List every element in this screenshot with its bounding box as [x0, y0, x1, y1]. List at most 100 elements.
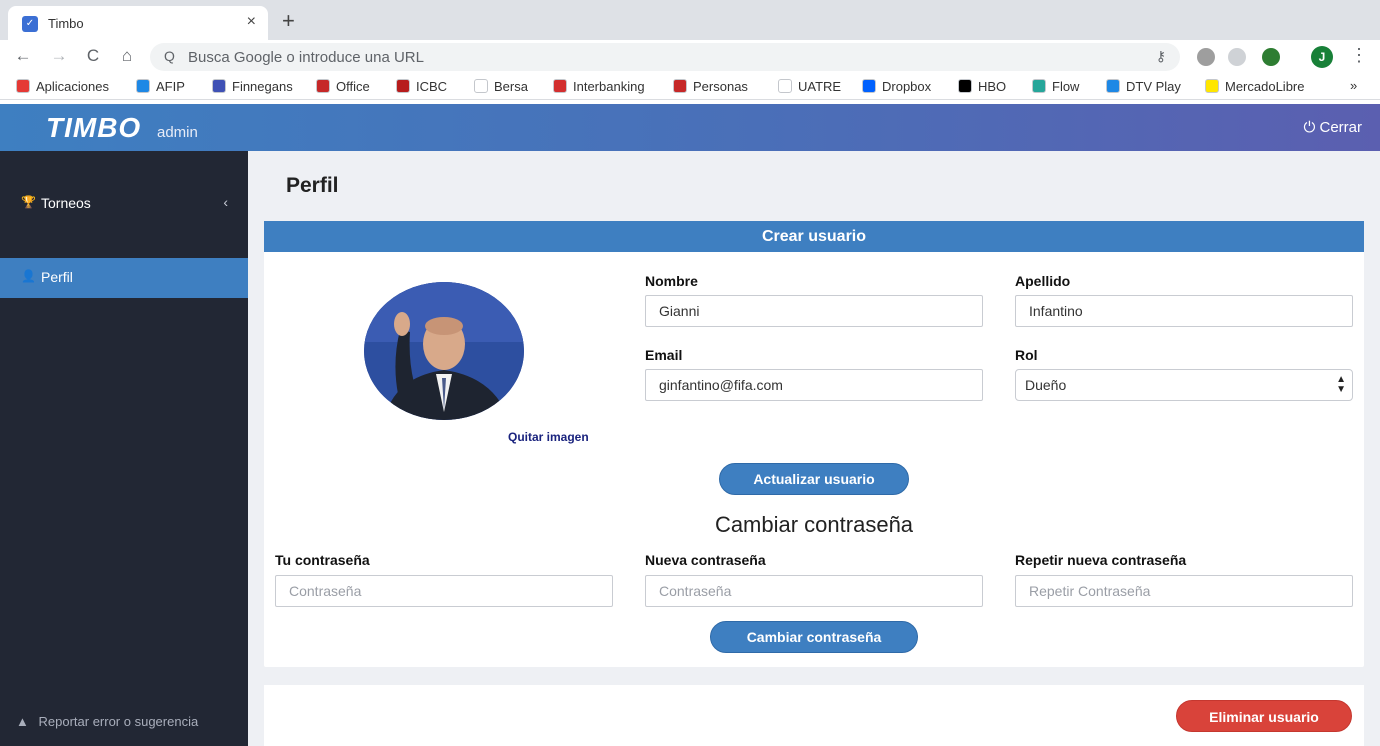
- bookmark-uatre[interactable]: UATRE: [778, 79, 841, 94]
- bookmark-aplicaciones[interactable]: Aplicaciones: [16, 79, 109, 94]
- bookmarks-bar: Aplicaciones AFIP Finnegans Office ICBC Bersa…: [0, 74, 1380, 100]
- bookmark-dropbox[interactable]: Dropbox: [862, 79, 931, 94]
- delete-user-button[interactable]: Eliminar usuario: [1176, 700, 1352, 732]
- bookmark-icon: [136, 79, 150, 93]
- email-field[interactable]: [645, 369, 983, 401]
- user-card: Crear usuario Quitar imagen Nombre Apell…: [264, 221, 1364, 667]
- logo-suffix: admin: [157, 124, 198, 141]
- bookmark-icon: [1205, 79, 1219, 93]
- apellido-label: Apellido: [1015, 273, 1071, 289]
- bookmark-dtv-play[interactable]: DTV Play: [1106, 79, 1181, 94]
- bookmark-label: MercadoLibre: [1225, 79, 1305, 94]
- bookmark-icon: [1106, 79, 1120, 93]
- bookmark-icon: [212, 79, 226, 93]
- update-user-button[interactable]: Actualizar usuario: [719, 463, 909, 495]
- current-password-label: Tu contraseña: [275, 552, 370, 568]
- cloud-icon[interactable]: [1228, 48, 1246, 66]
- browser-toolbar: ← → C ⌂ Q Busca Google o introduce una U…: [0, 40, 1380, 74]
- chevron-left-icon[interactable]: ‹: [223, 194, 228, 210]
- main-content: Perfil Crear usuario Quitar imagen Nombr…: [248, 151, 1380, 746]
- extension-off-icon[interactable]: [1197, 48, 1215, 66]
- bookmark-label: Aplicaciones: [36, 79, 109, 94]
- warning-icon: ▲: [16, 714, 29, 729]
- profile-photo[interactable]: [364, 282, 524, 420]
- bookmark-flow[interactable]: Flow: [1032, 79, 1079, 94]
- bookmark-label: DTV Play: [1126, 79, 1181, 94]
- app-header: TIMBO admin ⏻ Cerrar: [0, 104, 1380, 151]
- timbo-favicon-icon: ✓: [22, 16, 38, 32]
- extension-globe-icon[interactable]: [1262, 48, 1280, 66]
- bookmark-interbanking[interactable]: Interbanking: [553, 79, 645, 94]
- bookmark-hbo[interactable]: HBO: [958, 79, 1006, 94]
- bookmark-icon: [16, 79, 30, 93]
- bookmark-afip[interactable]: AFIP: [136, 79, 185, 94]
- timbo-logo[interactable]: TIMBO: [46, 112, 141, 144]
- tab-close-icon[interactable]: ×: [247, 13, 256, 31]
- bookmark-icon: [396, 79, 410, 93]
- bookmark-label: Office: [336, 79, 370, 94]
- report-error-label: Reportar error o sugerencia: [38, 714, 199, 729]
- bookmarks-overflow-icon[interactable]: »: [1350, 78, 1357, 93]
- power-icon: ⏻: [1303, 119, 1316, 136]
- current-password-field[interactable]: [275, 575, 613, 607]
- new-tab-button[interactable]: +: [282, 10, 295, 32]
- bookmark-finnegans[interactable]: Finnegans: [212, 79, 293, 94]
- back-icon[interactable]: ←: [12, 46, 34, 66]
- card-title: Crear usuario: [264, 221, 1364, 252]
- bookmark-icbc[interactable]: ICBC: [396, 79, 447, 94]
- bookmark-label: Dropbox: [882, 79, 932, 94]
- search-icon: Q: [164, 48, 175, 64]
- bookmark-label: Finnegans: [232, 79, 293, 94]
- omnibox-placeholder: Busca Google o introduce una URL: [188, 49, 424, 66]
- bookmark-label: Flow: [1052, 79, 1080, 94]
- nombre-field[interactable]: [645, 295, 983, 327]
- bookmark-icon: [553, 79, 567, 93]
- browser-tab-strip: ✓ Timbo × +: [0, 0, 1380, 40]
- bookmark-icon: [474, 79, 488, 93]
- new-password-field[interactable]: [645, 575, 983, 607]
- bookmark-icon: [673, 79, 687, 93]
- page-title: Perfil: [286, 174, 339, 197]
- logout-button[interactable]: ⏻ Cerrar: [1303, 119, 1362, 136]
- address-bar[interactable]: Q Busca Google o introduce una URL ⚷: [150, 43, 1180, 71]
- home-icon[interactable]: ⌂: [116, 46, 138, 66]
- user-icon: 👤: [21, 269, 36, 283]
- bookmark-personas[interactable]: Personas: [673, 79, 748, 94]
- sidebar: 🏆 Torneos ‹ 👤 Perfil ▲ Reportar error o …: [0, 151, 248, 746]
- rol-label: Rol: [1015, 347, 1038, 363]
- bookmark-label: ICBC: [416, 79, 448, 94]
- browser-tab[interactable]: ✓ Timbo ×: [8, 6, 268, 40]
- bookmark-icon: [1032, 79, 1046, 93]
- remove-image-link[interactable]: Quitar imagen: [508, 430, 589, 444]
- rol-select[interactable]: Dueño ▲ ▼: [1015, 369, 1353, 401]
- change-password-title: Cambiar contraseña: [714, 512, 914, 537]
- profile-avatar[interactable]: J: [1311, 46, 1333, 68]
- trophy-icon: 🏆: [21, 195, 36, 209]
- sidebar-item-torneos[interactable]: 🏆 Torneos ‹: [0, 184, 248, 224]
- rol-selected-value: Dueño: [1025, 377, 1067, 393]
- sidebar-item-label: Torneos: [41, 195, 91, 211]
- logout-label: Cerrar: [1319, 119, 1362, 136]
- nombre-label: Nombre: [645, 273, 698, 289]
- reload-icon[interactable]: C: [82, 46, 104, 66]
- change-password-button[interactable]: Cambiar contraseña: [710, 621, 918, 653]
- bookmark-label: HBO: [978, 79, 1007, 94]
- apellido-field[interactable]: [1015, 295, 1353, 327]
- bookmark-label: Interbanking: [573, 79, 645, 94]
- profile-photo-illustration: [364, 282, 524, 420]
- key-icon[interactable]: ⚷: [1156, 48, 1166, 65]
- forward-icon[interactable]: →: [48, 46, 70, 66]
- browser-menu-icon[interactable]: ⋮: [1350, 45, 1368, 66]
- bookmark-mercadolibre[interactable]: MercadoLibre: [1205, 79, 1305, 94]
- report-error-link[interactable]: ▲ Reportar error o sugerencia: [16, 714, 198, 729]
- bookmark-label: UATRE: [798, 79, 842, 94]
- email-label: Email: [645, 347, 683, 363]
- repeat-password-label: Repetir nueva contraseña: [1015, 552, 1187, 568]
- bookmark-icon: [778, 79, 792, 93]
- bookmark-bersa[interactable]: Bersa: [474, 79, 528, 94]
- repeat-password-field[interactable]: [1015, 575, 1353, 607]
- bookmark-label: AFIP: [156, 79, 185, 94]
- bookmark-office[interactable]: Office: [316, 79, 370, 94]
- sidebar-item-perfil[interactable]: 👤 Perfil: [0, 258, 248, 298]
- tab-title: Timbo: [48, 16, 84, 31]
